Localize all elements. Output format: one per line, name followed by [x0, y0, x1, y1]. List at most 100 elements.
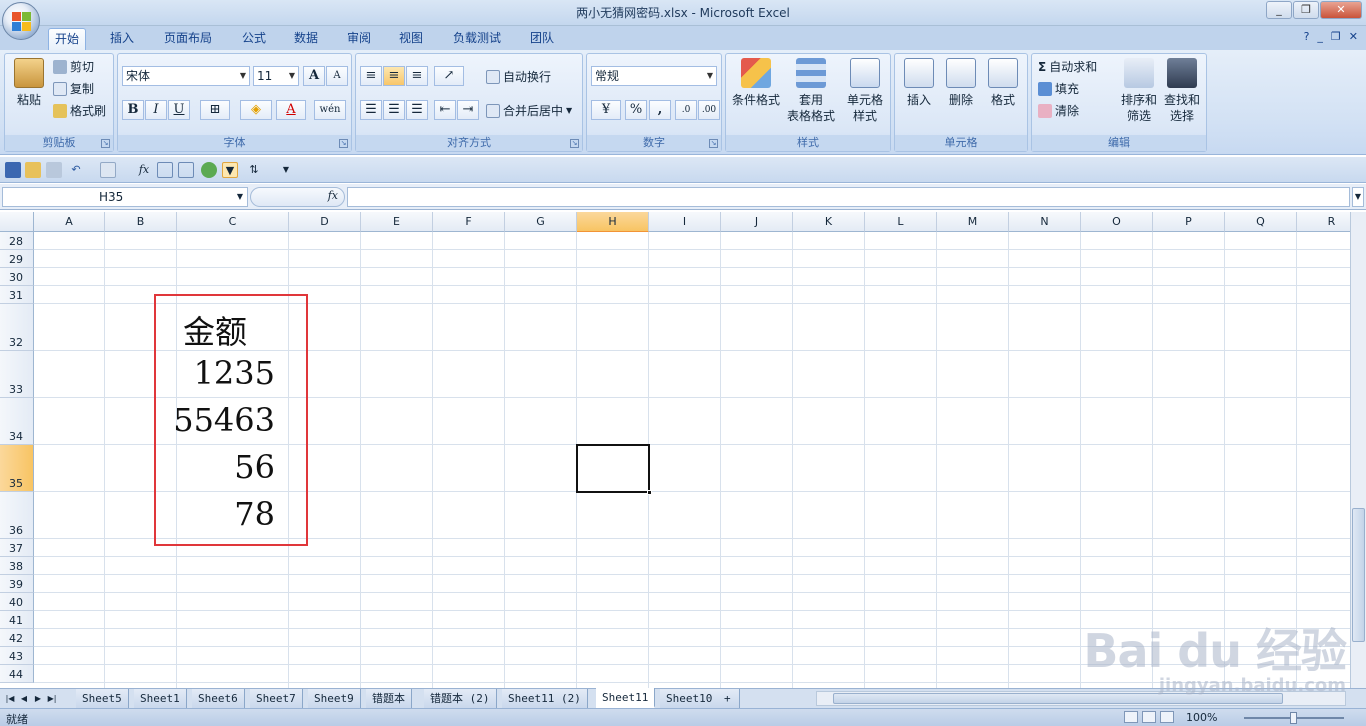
phonetic-button[interactable]: wén: [314, 100, 346, 120]
tab-home[interactable]: 开始: [48, 28, 87, 50]
page-layout-view-icon[interactable]: [1142, 711, 1156, 723]
paste-button[interactable]: 粘贴: [9, 58, 49, 108]
fill-button[interactable]: 填充: [1038, 80, 1079, 97]
cell-styles-button[interactable]: 单元格 样式: [840, 58, 890, 124]
border-button[interactable]: ⊞: [200, 100, 230, 120]
format-as-table-button[interactable]: 套用 表格格式: [784, 58, 838, 124]
tab-insert[interactable]: 插入: [104, 28, 140, 50]
normal-view-icon[interactable]: [1124, 711, 1138, 723]
sheet-tab-0[interactable]: Sheet5: [76, 689, 129, 708]
customize-toolbar-icon[interactable]: ▼: [278, 162, 294, 178]
page-break-view-icon[interactable]: [1160, 711, 1174, 723]
decrease-indent-icon[interactable]: ⇤: [434, 100, 456, 120]
minimize-button[interactable]: _: [1266, 1, 1292, 19]
currency-icon[interactable]: ¥: [591, 100, 621, 120]
font-size-select[interactable]: 11 ▼: [253, 66, 299, 86]
column-header-m[interactable]: M: [937, 212, 1009, 232]
row-header-44[interactable]: 44: [0, 665, 34, 683]
sheet-tab-7[interactable]: Sheet11 (2): [502, 689, 588, 708]
expand-formula-bar-icon[interactable]: ▼: [1352, 187, 1364, 207]
dialog-launcher-icon[interactable]: ↘: [101, 139, 110, 148]
autosum-button[interactable]: Σ 自动求和: [1038, 58, 1097, 75]
orientation-icon[interactable]: ↗: [434, 66, 464, 86]
vertical-scroll-thumb[interactable]: [1352, 508, 1365, 642]
column-header-q[interactable]: Q: [1225, 212, 1297, 232]
bold-button[interactable]: B: [122, 100, 144, 120]
font-name-select[interactable]: 宋体 ▼: [122, 66, 250, 86]
insert-function-button[interactable]: fx: [328, 189, 338, 202]
zoom-level[interactable]: 100%: [1186, 711, 1217, 724]
italic-button[interactable]: I: [145, 100, 167, 120]
align-left-icon[interactable]: ☰: [360, 100, 382, 120]
font-color-button[interactable]: A: [276, 100, 306, 120]
column-header-i[interactable]: I: [649, 212, 721, 232]
ribbon-close-icon[interactable]: ✕: [1349, 30, 1358, 43]
row-header-30[interactable]: 30: [0, 268, 34, 286]
row-header-31[interactable]: 31: [0, 286, 34, 304]
align-top-icon[interactable]: ≡: [360, 66, 382, 86]
format-cells-button[interactable]: 格式: [983, 58, 1023, 108]
comma-button[interactable]: ,: [649, 100, 671, 120]
column-header-c[interactable]: C: [177, 212, 289, 232]
row-header-28[interactable]: 28: [0, 232, 34, 250]
number-format-select[interactable]: 常规 ▼: [591, 66, 717, 86]
dialog-launcher-icon[interactable]: ↘: [570, 139, 579, 148]
row-header-34[interactable]: 34: [0, 398, 34, 445]
sheet-tab-8[interactable]: Sheet11: [596, 688, 656, 708]
undo-icon[interactable]: ↶: [68, 162, 84, 178]
name-box[interactable]: H35 ▼: [2, 187, 248, 207]
column-header-l[interactable]: L: [865, 212, 937, 232]
sheet-tab-5[interactable]: 错题本: [366, 689, 412, 708]
help-icon[interactable]: ?: [1304, 30, 1310, 43]
tab-review[interactable]: 审阅: [341, 28, 377, 50]
row-header-33[interactable]: 33: [0, 351, 34, 398]
fill-color-button[interactable]: ◈: [240, 100, 272, 120]
conditional-format-button[interactable]: 条件格式: [730, 58, 782, 108]
column-header-r[interactable]: R: [1297, 212, 1350, 232]
restore-button[interactable]: ❐: [1293, 1, 1319, 19]
zoom-slider-knob[interactable]: [1290, 712, 1297, 724]
sheet-tab-2[interactable]: Sheet6: [192, 689, 245, 708]
increase-decimal-icon[interactable]: .0: [675, 100, 697, 120]
office-button[interactable]: [2, 2, 40, 40]
save-icon[interactable]: [5, 162, 21, 178]
insert-function-icon[interactable]: fx: [136, 162, 152, 178]
align-middle-icon[interactable]: ≡: [383, 66, 405, 86]
align-bottom-icon[interactable]: ≡: [406, 66, 428, 86]
merge-center-button[interactable]: 合并后居中 ▼: [486, 102, 572, 119]
column-header-a[interactable]: A: [34, 212, 105, 232]
draw-border-icon[interactable]: [100, 162, 116, 178]
print-preview-icon[interactable]: [46, 162, 62, 178]
increase-indent-icon[interactable]: ⇥: [457, 100, 479, 120]
formula-input[interactable]: [347, 187, 1350, 207]
sheet-tab-9[interactable]: Sheet10: [660, 689, 720, 708]
shrink-font-button[interactable]: A: [326, 66, 348, 86]
tab-page-layout[interactable]: 页面布局: [158, 28, 218, 50]
column-header-p[interactable]: P: [1153, 212, 1225, 232]
sheet-tab-3[interactable]: Sheet7: [250, 689, 303, 708]
row-header-37[interactable]: 37: [0, 539, 34, 557]
tab-formulas[interactable]: 公式: [236, 28, 272, 50]
row-header-32[interactable]: 32: [0, 304, 34, 351]
filter-icon[interactable]: ▼: [222, 162, 238, 178]
row-header-35[interactable]: 35: [0, 445, 34, 492]
tab-load-test[interactable]: 负载测试: [447, 28, 507, 50]
column-header-h[interactable]: H: [577, 212, 649, 232]
globe-icon[interactable]: [201, 162, 217, 178]
horizontal-scrollbar[interactable]: [816, 691, 1346, 706]
copy-button[interactable]: 复制: [53, 80, 94, 97]
find-select-button[interactable]: 查找和 选择: [1160, 58, 1204, 124]
grow-font-button[interactable]: A: [303, 66, 325, 86]
row-header-29[interactable]: 29: [0, 250, 34, 268]
row-header-43[interactable]: 43: [0, 647, 34, 665]
row-header-42[interactable]: 42: [0, 629, 34, 647]
column-header-g[interactable]: G: [505, 212, 577, 232]
cut-button[interactable]: 剪切: [53, 58, 94, 75]
row-header-40[interactable]: 40: [0, 593, 34, 611]
spreadsheet-grid[interactable]: A B C D E F G H I J K L M N O P Q R 28 29 30 31 32 33 34 35 36 37 38…: [0, 212, 1350, 688]
row-header-41[interactable]: 41: [0, 611, 34, 629]
column-header-k[interactable]: K: [793, 212, 865, 232]
delete-cells-button[interactable]: 删除: [941, 58, 981, 108]
row-header-39[interactable]: 39: [0, 575, 34, 593]
next-sheet-icon[interactable]: ▶: [32, 692, 44, 706]
